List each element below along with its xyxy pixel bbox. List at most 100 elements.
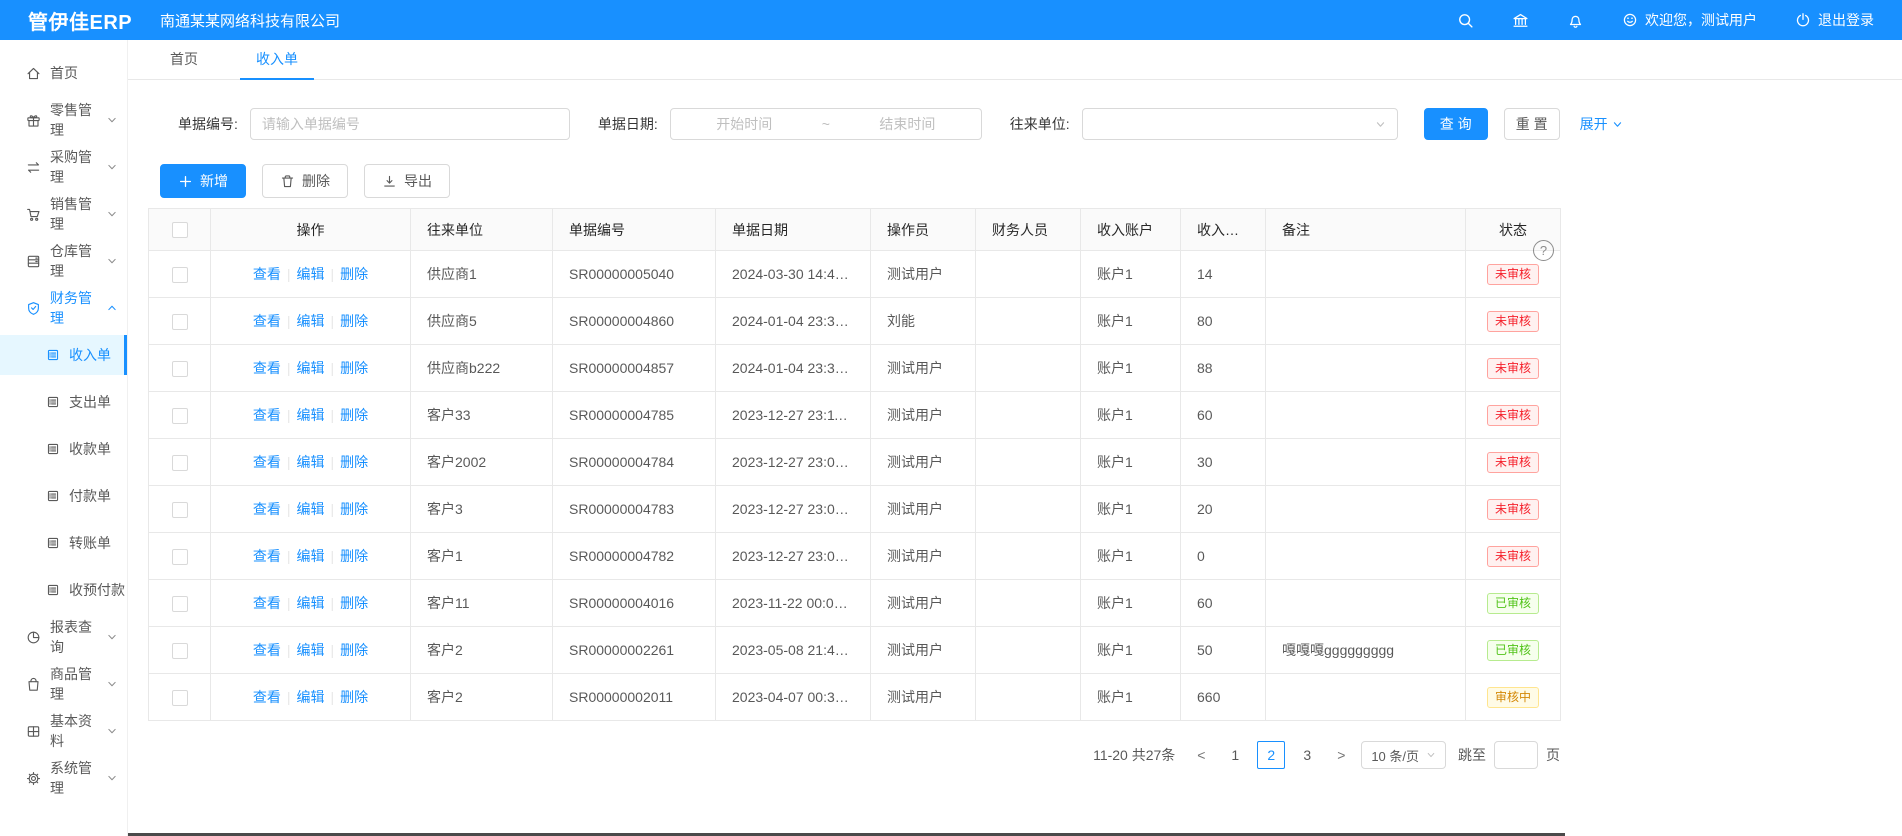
delete-link[interactable]: 删除 bbox=[340, 595, 368, 611]
sidebar-item-purchase[interactable]: 采购管理 bbox=[0, 147, 127, 187]
edit-link[interactable]: 编辑 bbox=[297, 689, 325, 705]
sidebar-item-warehouse[interactable]: 仓库管理 bbox=[0, 241, 127, 281]
edit-link[interactable]: 编辑 bbox=[297, 454, 325, 470]
prev-page-button[interactable]: < bbox=[1189, 747, 1213, 763]
row-checkbox[interactable] bbox=[172, 267, 188, 283]
delete-link[interactable]: 删除 bbox=[340, 266, 368, 282]
delete-button[interactable]: 删除 bbox=[262, 164, 348, 198]
add-button[interactable]: 新增 bbox=[160, 164, 246, 198]
row-checkbox[interactable] bbox=[172, 314, 188, 330]
row-checkbox[interactable] bbox=[172, 549, 188, 565]
download-icon bbox=[382, 174, 397, 189]
page-button-1[interactable]: 1 bbox=[1221, 741, 1249, 769]
amount-cell: 60 bbox=[1181, 580, 1266, 627]
bank-icon[interactable] bbox=[1512, 12, 1529, 29]
page-button-2[interactable]: 2 bbox=[1257, 741, 1285, 769]
cart-icon bbox=[26, 207, 41, 222]
delete-link[interactable]: 删除 bbox=[340, 454, 368, 470]
trash-icon bbox=[280, 174, 295, 189]
edit-link[interactable]: 编辑 bbox=[297, 501, 325, 517]
view-link[interactable]: 查看 bbox=[253, 642, 281, 658]
edit-link[interactable]: 编辑 bbox=[297, 595, 325, 611]
next-page-button[interactable]: > bbox=[1329, 747, 1353, 763]
view-link[interactable]: 查看 bbox=[253, 501, 281, 517]
expand-filters-link[interactable]: 展开 bbox=[1580, 114, 1623, 134]
edit-link[interactable]: 编辑 bbox=[297, 360, 325, 376]
sidebar-item-system[interactable]: 系统管理 bbox=[0, 758, 127, 798]
sidebar-item-retail[interactable]: 零售管理 bbox=[0, 100, 127, 140]
edit-link[interactable]: 编辑 bbox=[297, 642, 325, 658]
sidebar-item-receipt-bill[interactable]: 收款单 bbox=[0, 429, 127, 469]
link-separator: | bbox=[287, 501, 291, 517]
view-link[interactable]: 查看 bbox=[253, 407, 281, 423]
jump-page-input[interactable] bbox=[1494, 741, 1538, 769]
row-checkbox[interactable] bbox=[172, 643, 188, 659]
delete-link[interactable]: 删除 bbox=[340, 501, 368, 517]
view-link[interactable]: 查看 bbox=[253, 689, 281, 705]
col-header-remark: 备注 bbox=[1266, 209, 1466, 251]
row-checkbox[interactable] bbox=[172, 408, 188, 424]
delete-link[interactable]: 删除 bbox=[340, 689, 368, 705]
view-link[interactable]: 查看 bbox=[253, 595, 281, 611]
status-badge: 未审核 bbox=[1487, 546, 1539, 567]
profile-icon bbox=[46, 536, 60, 550]
partner-select[interactable] bbox=[1082, 108, 1398, 140]
sidebar-item-prepayment[interactable]: 收预付款 bbox=[0, 570, 127, 610]
delete-link[interactable]: 删除 bbox=[340, 313, 368, 329]
search-icon[interactable] bbox=[1457, 12, 1474, 29]
row-checkbox[interactable] bbox=[172, 361, 188, 377]
edit-link[interactable]: 编辑 bbox=[297, 407, 325, 423]
chevron-down-icon bbox=[107, 209, 117, 219]
edit-link[interactable]: 编辑 bbox=[297, 266, 325, 282]
page-button-3[interactable]: 3 bbox=[1293, 741, 1321, 769]
view-link[interactable]: 查看 bbox=[253, 360, 281, 376]
export-button[interactable]: 导出 bbox=[364, 164, 450, 198]
table-row: 查看|编辑|删除客户2SR000000022612023-05-08 21:48… bbox=[149, 627, 1561, 674]
remark-cell bbox=[1266, 298, 1466, 345]
delete-link[interactable]: 删除 bbox=[340, 642, 368, 658]
sidebar-item-payment-bill[interactable]: 付款单 bbox=[0, 476, 127, 516]
delete-link[interactable]: 删除 bbox=[340, 548, 368, 564]
row-checkbox[interactable] bbox=[172, 502, 188, 518]
delete-link[interactable]: 删除 bbox=[340, 360, 368, 376]
view-link[interactable]: 查看 bbox=[253, 266, 281, 282]
sidebar-item-report[interactable]: 报表查询 bbox=[0, 617, 127, 657]
view-link[interactable]: 查看 bbox=[253, 454, 281, 470]
tab-home[interactable]: 首页 bbox=[154, 40, 214, 80]
row-checkbox[interactable] bbox=[172, 455, 188, 471]
reset-button[interactable]: 重 置 bbox=[1504, 108, 1560, 140]
sidebar-item-income-bill[interactable]: 收入单 bbox=[0, 335, 127, 375]
amount-cell: 60 bbox=[1181, 392, 1266, 439]
bell-icon[interactable] bbox=[1567, 12, 1584, 29]
remark-cell bbox=[1266, 251, 1466, 298]
help-icon[interactable]: ? bbox=[1533, 240, 1554, 261]
sidebar-item-transfer-bill[interactable]: 转账单 bbox=[0, 523, 127, 563]
col-header-partner: 往来单位 bbox=[411, 209, 553, 251]
date-range-picker[interactable]: 开始时间 ~ 结束时间 bbox=[670, 108, 982, 140]
view-link[interactable]: 查看 bbox=[253, 313, 281, 329]
select-all-checkbox[interactable] bbox=[172, 222, 188, 238]
user-greeting[interactable]: 欢迎您，测试用户 bbox=[1622, 10, 1757, 30]
sidebar-item-goods[interactable]: 商品管理 bbox=[0, 664, 127, 704]
logout-button[interactable]: 退出登录 bbox=[1795, 10, 1874, 30]
delete-link[interactable]: 删除 bbox=[340, 407, 368, 423]
status-badge: 已审核 bbox=[1487, 593, 1539, 614]
row-checkbox[interactable] bbox=[172, 596, 188, 612]
search-button[interactable]: 查 询 bbox=[1424, 108, 1488, 140]
sidebar-item-sales[interactable]: 销售管理 bbox=[0, 194, 127, 234]
tab-income-bill[interactable]: 收入单 bbox=[240, 40, 314, 80]
bill-no-input[interactable] bbox=[250, 108, 570, 140]
sidebar-item-basic[interactable]: 基本资料 bbox=[0, 711, 127, 751]
operator-cell: 测试用户 bbox=[871, 486, 976, 533]
sidebar-item-expense-bill[interactable]: 支出单 bbox=[0, 382, 127, 422]
account-cell: 账户1 bbox=[1081, 345, 1181, 392]
sidebar-item-finance[interactable]: 财务管理 bbox=[0, 288, 127, 328]
sidebar-item-home[interactable]: 首页 bbox=[0, 53, 127, 93]
status-badge: 未审核 bbox=[1487, 499, 1539, 520]
app-logo[interactable]: 管伊佳ERP bbox=[0, 6, 160, 35]
view-link[interactable]: 查看 bbox=[253, 548, 281, 564]
edit-link[interactable]: 编辑 bbox=[297, 548, 325, 564]
page-size-select[interactable]: 10 条/页 bbox=[1361, 741, 1446, 769]
row-checkbox[interactable] bbox=[172, 690, 188, 706]
edit-link[interactable]: 编辑 bbox=[297, 313, 325, 329]
